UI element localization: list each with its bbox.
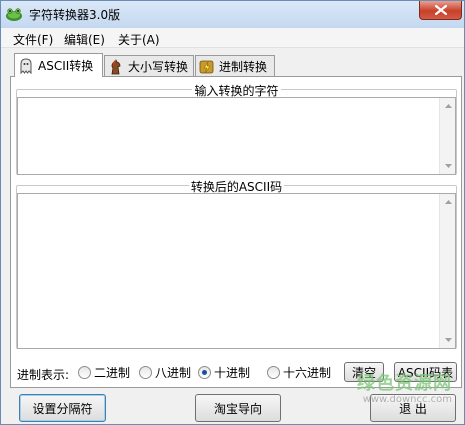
menu-about[interactable]: 关于(A): [118, 31, 160, 48]
input-group-title: 输入转换的字符: [192, 84, 281, 98]
taobao-button[interactable]: 淘宝导向: [195, 394, 281, 422]
watermark-main: 绿色资源网: [357, 373, 452, 394]
radio-binary[interactable]: 二进制: [78, 364, 130, 381]
watermark: 绿色资源网 www.downcc.com: [357, 375, 452, 405]
tab-ascii-label: ASCII转换: [38, 59, 94, 73]
radio-button[interactable]: [78, 366, 91, 379]
tab-radix-label: 进制转换: [219, 60, 268, 74]
radio-binary-label: 二进制: [94, 366, 131, 380]
tab-ascii[interactable]: ASCII转换: [14, 53, 103, 77]
title-bar[interactable]: 字符转换器3.0版: [1, 1, 464, 28]
radio-hex-label: 十六进制: [283, 366, 332, 380]
output-group-title: 转换后的ASCII码: [188, 180, 285, 194]
close-button[interactable]: [419, 1, 462, 20]
radio-octal[interactable]: 八进制: [139, 364, 191, 381]
frog-icon: [5, 6, 23, 22]
input-textarea[interactable]: [17, 97, 456, 175]
arrow-up-icon: [444, 200, 452, 204]
set-separator-button[interactable]: 设置分隔符: [19, 394, 106, 422]
radio-hex[interactable]: 十六进制: [267, 364, 331, 381]
scroll-down-button[interactable]: [440, 158, 456, 174]
arrow-down-icon: [444, 164, 452, 168]
input-groupbox: 输入转换的字符: [16, 84, 457, 175]
lightning-icon: [199, 60, 214, 73]
ghost-icon: [20, 57, 32, 74]
input-scrollbar[interactable]: [439, 98, 455, 174]
radio-button[interactable]: [267, 366, 280, 379]
arrow-down-icon: [444, 338, 452, 342]
scroll-down-button[interactable]: [440, 332, 456, 348]
scroll-up-button[interactable]: [440, 98, 456, 114]
watermark-sub: www.downcc.com: [362, 394, 452, 405]
menu-bar: 文件(F) 编辑(E) 关于(A): [1, 28, 464, 48]
output-groupbox: 转换后的ASCII码: [16, 180, 457, 349]
radio-button[interactable]: [139, 366, 152, 379]
radio-decimal[interactable]: 十进制: [198, 364, 250, 381]
window-title: 字符转换器3.0版: [29, 8, 121, 22]
menu-file[interactable]: 文件(F): [13, 31, 53, 48]
tab-panel: 输入转换的字符 转换后的ASCII码: [10, 76, 462, 388]
radio-decimal-label: 十进制: [214, 366, 251, 380]
close-icon: [434, 5, 447, 15]
output-scrollbar[interactable]: [439, 194, 455, 348]
tab-case[interactable]: 大小写转换: [104, 55, 194, 77]
scroll-up-button[interactable]: [440, 194, 456, 210]
tab-case-label: 大小写转换: [128, 60, 189, 74]
horse-icon: [111, 58, 121, 74]
radio-button[interactable]: [198, 366, 211, 379]
tab-radix[interactable]: 进制转换: [195, 55, 275, 77]
app-window: 字符转换器3.0版 文件(F) 编辑(E) 关于(A) ASCII转换 大小写转…: [0, 0, 465, 425]
menu-edit[interactable]: 编辑(E): [64, 31, 105, 48]
radix-label: 进制表示:: [17, 368, 70, 382]
radio-selected-dot: [202, 370, 207, 375]
arrow-up-icon: [444, 104, 452, 108]
output-textarea[interactable]: [17, 193, 456, 349]
radio-octal-label: 八进制: [155, 366, 192, 380]
